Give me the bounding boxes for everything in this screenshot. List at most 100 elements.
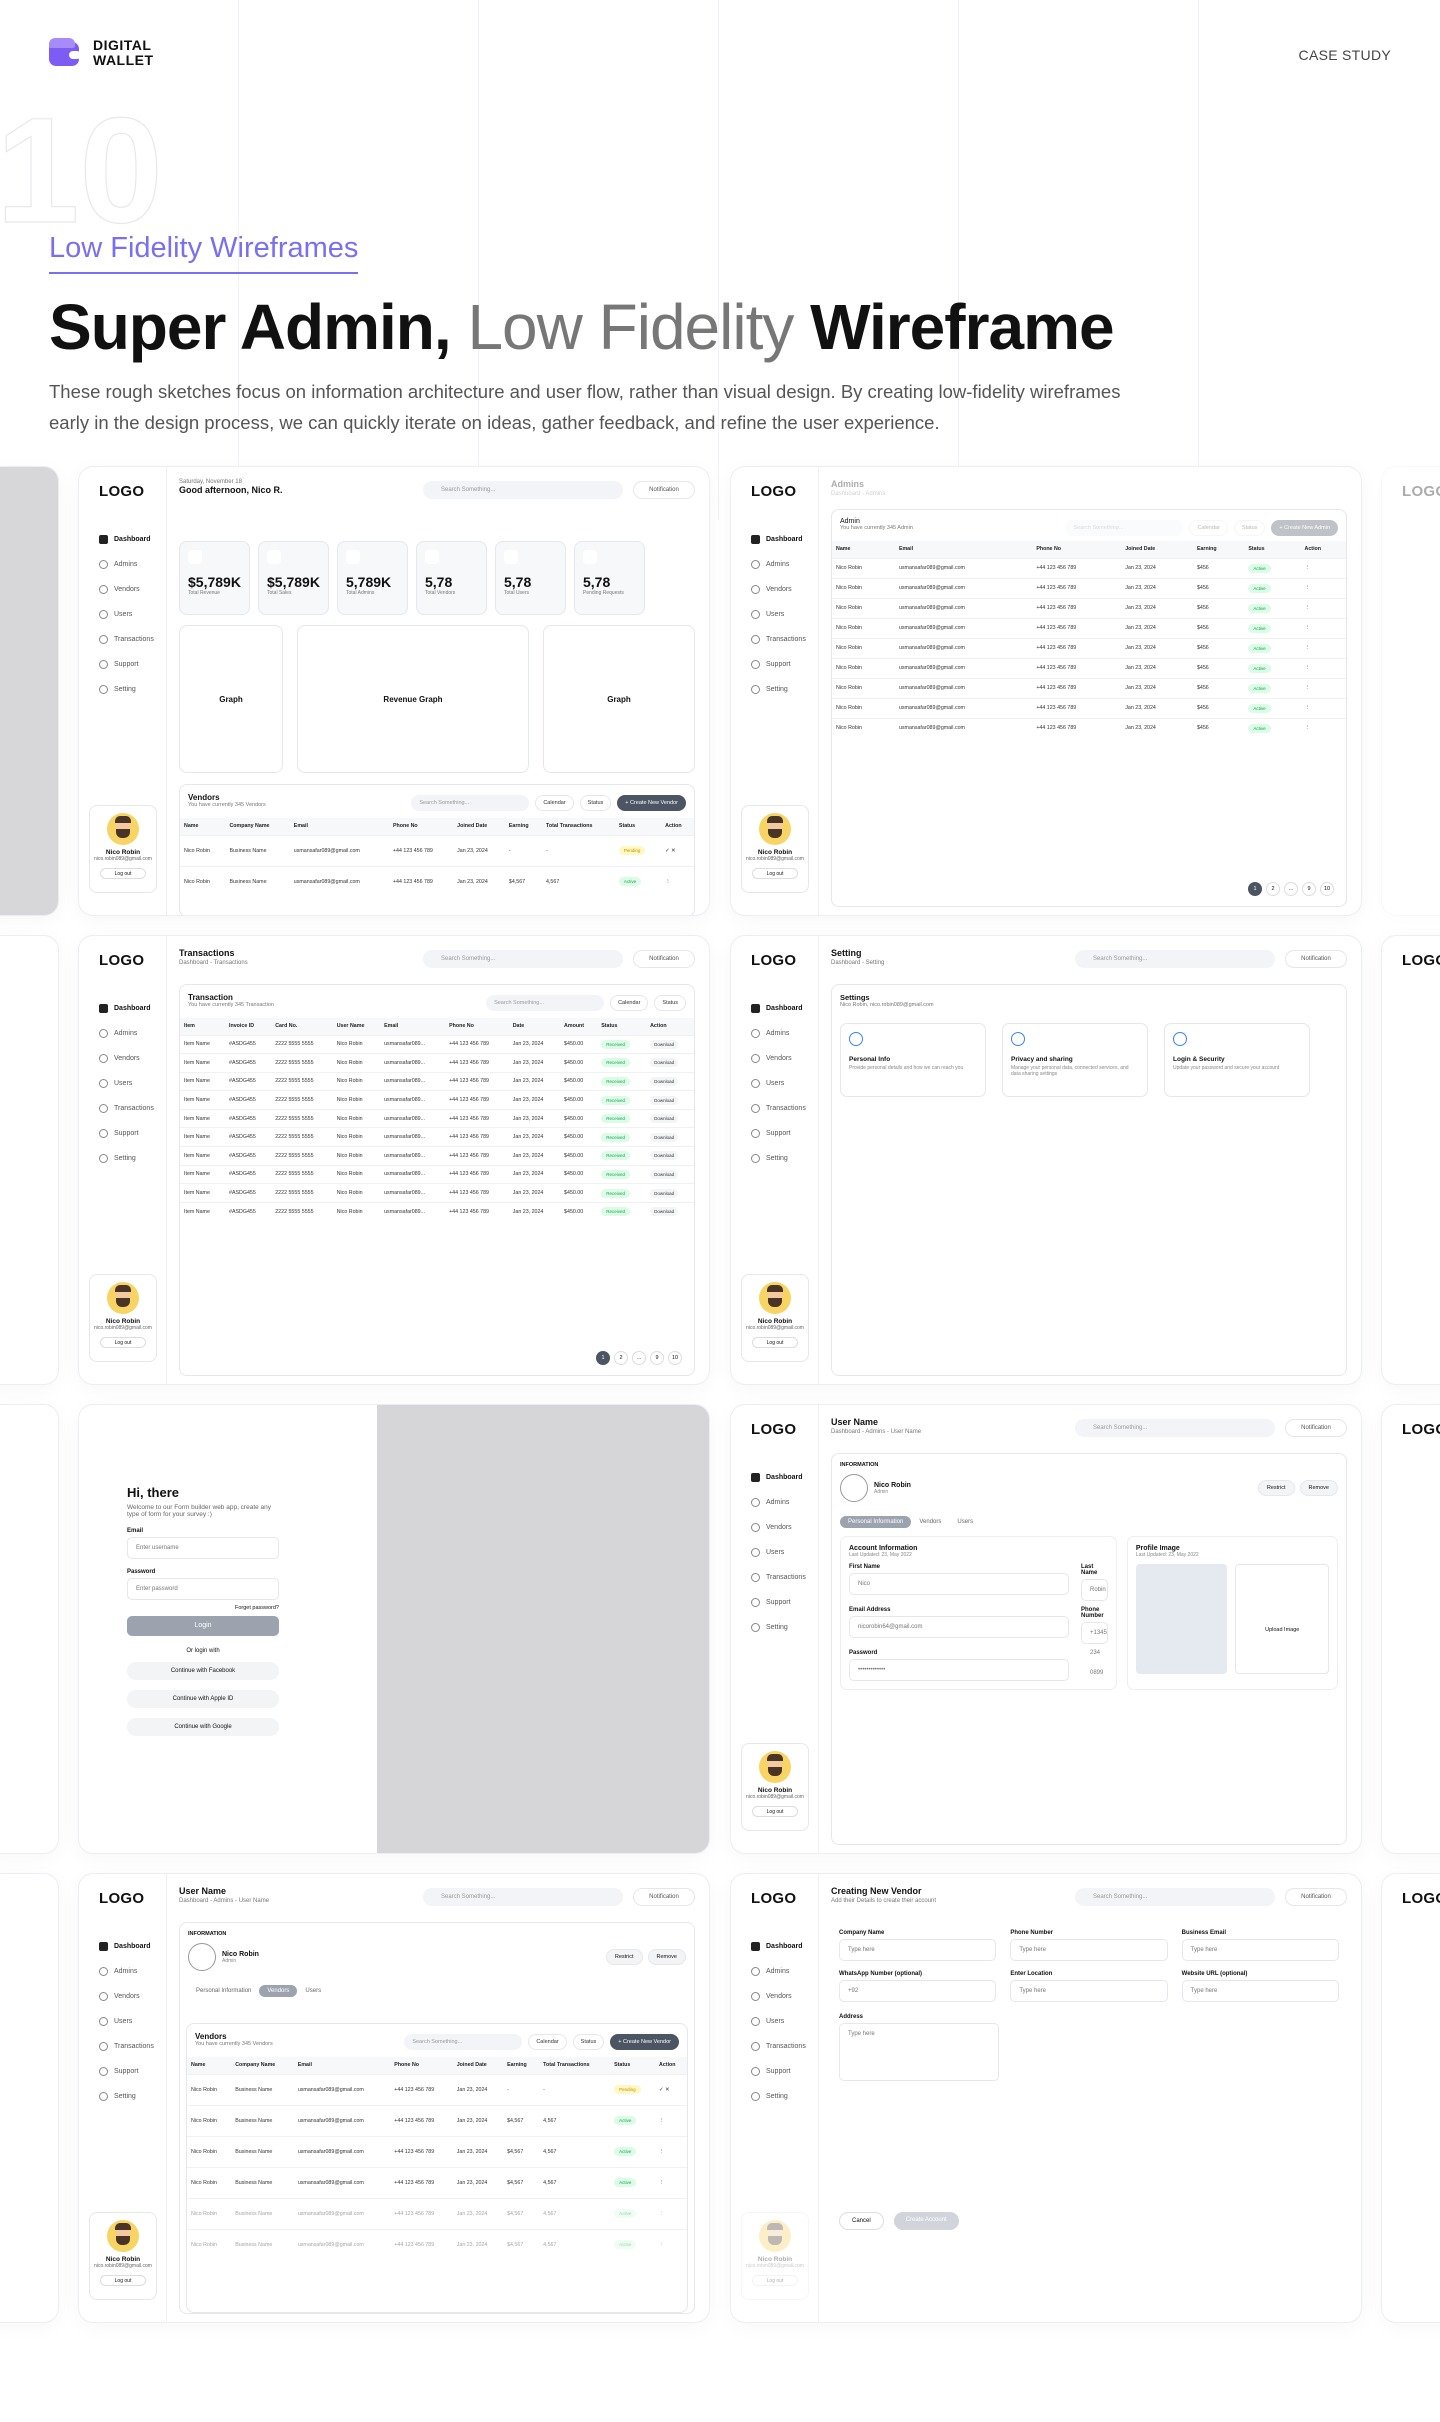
status-button[interactable]: Status: [579, 795, 612, 811]
restrict-button[interactable]: Restrict: [605, 1949, 643, 1965]
page-button[interactable]: 1: [596, 1351, 610, 1365]
page-button[interactable]: 9: [1302, 882, 1316, 896]
nav-item-users[interactable]: Users: [751, 1071, 818, 1096]
nav-item-dashboard[interactable]: Dashboard: [99, 1934, 166, 1959]
nav-item-support[interactable]: Support: [99, 652, 166, 677]
login-button[interactable]: Login: [127, 1616, 279, 1636]
nav-item-transactions[interactable]: Transactions: [751, 627, 818, 652]
remove-button[interactable]: Remove: [1299, 1480, 1338, 1496]
search-input[interactable]: Search Something...: [423, 481, 623, 499]
restrict-button[interactable]: Restrict: [1257, 1480, 1295, 1496]
nav-item-admins[interactable]: Admins: [751, 552, 818, 577]
notification-button[interactable]: Notification: [1285, 950, 1347, 968]
forgot-link[interactable]: Forget password?: [127, 1605, 279, 1611]
search-input[interactable]: Search Something...: [423, 950, 623, 968]
search-input[interactable]: Search Something...: [423, 1888, 623, 1906]
address-field[interactable]: Type here: [839, 2023, 999, 2081]
logout-button[interactable]: Log out: [752, 868, 798, 879]
page-button[interactable]: 1: [1248, 882, 1262, 896]
nav-item-vendors[interactable]: Vendors: [99, 1984, 166, 2009]
last-name-field[interactable]: Robin: [1081, 1579, 1108, 1601]
search-input[interactable]: Search Something...: [1075, 950, 1275, 968]
upload-image-button[interactable]: Upload Image: [1235, 1564, 1330, 1674]
nav-item-users[interactable]: Users: [751, 2009, 818, 2034]
page-button[interactable]: ...: [632, 1351, 646, 1365]
create-account-button[interactable]: Create Account: [893, 2212, 959, 2230]
pagination[interactable]: 1 2... 9 10: [1248, 882, 1334, 896]
calendar-button[interactable]: Calendar: [535, 795, 574, 811]
nav-item-transactions[interactable]: Transactions: [99, 2034, 166, 2059]
nav-item-vendors[interactable]: Vendors: [751, 1515, 818, 1540]
nav-item-setting[interactable]: Setting: [751, 2084, 818, 2109]
create-vendor-button[interactable]: + Create New Vendor: [617, 795, 686, 811]
nav-item-transactions[interactable]: Transactions: [751, 1096, 818, 1121]
status-button[interactable]: Status: [654, 995, 686, 1011]
nav-item-users[interactable]: Users: [751, 602, 818, 627]
status-button[interactable]: Status: [572, 2034, 605, 2050]
nav-item-dashboard[interactable]: Dashboard: [99, 996, 166, 1021]
password-field[interactable]: •••••••••••••: [849, 1659, 1069, 1681]
create-vendor-button[interactable]: + Create New Vendor: [610, 2034, 679, 2050]
tab-users[interactable]: Users: [949, 1516, 981, 1528]
tab-users[interactable]: Users: [297, 1985, 329, 1997]
tab-vendors[interactable]: Vendors: [911, 1516, 949, 1528]
notification-button[interactable]: Notification: [633, 950, 695, 968]
notification-button[interactable]: Notification: [1285, 1888, 1347, 1906]
nav-item-admins[interactable]: Admins: [751, 1021, 818, 1046]
google-button[interactable]: Continue with Google: [127, 1718, 279, 1736]
nav-item-support[interactable]: Support: [99, 1121, 166, 1146]
page-button[interactable]: 10: [1320, 882, 1334, 896]
nav-item-transactions[interactable]: Transactions: [99, 627, 166, 652]
settings-tile[interactable]: Privacy and sharing Manage your personal …: [1002, 1023, 1148, 1097]
tab-personal-information[interactable]: Personal Information: [840, 1516, 912, 1528]
nav-item-transactions[interactable]: Transactions: [751, 2034, 818, 2059]
logout-button[interactable]: Log out: [100, 868, 146, 879]
form-field[interactable]: Type here: [839, 1939, 997, 1961]
nav-item-dashboard[interactable]: Dashboard: [751, 1465, 818, 1490]
nav-item-dashboard[interactable]: Dashboard: [751, 527, 818, 552]
remove-button[interactable]: Remove: [647, 1949, 686, 1965]
nav-item-setting[interactable]: Setting: [751, 1615, 818, 1640]
nav-item-users[interactable]: Users: [99, 2009, 166, 2034]
logout-button[interactable]: Log out: [752, 2275, 798, 2286]
form-field[interactable]: Type here: [1181, 1939, 1339, 1961]
nav-item-setting[interactable]: Setting: [99, 1146, 166, 1171]
status-button[interactable]: Status: [1233, 520, 1266, 536]
nav-item-transactions[interactable]: Transactions: [751, 1565, 818, 1590]
create-admin-button[interactable]: + Create New Admin: [1271, 520, 1338, 536]
email-field[interactable]: Enter username: [127, 1537, 279, 1559]
search-input[interactable]: Search Something...: [1075, 1888, 1275, 1906]
logout-button[interactable]: Log out: [752, 1337, 798, 1348]
nav-item-admins[interactable]: Admins: [751, 1959, 818, 1984]
logout-button[interactable]: Log out: [100, 1337, 146, 1348]
calendar-button[interactable]: Calendar: [528, 2034, 567, 2050]
password-field[interactable]: Enter password: [127, 1578, 279, 1600]
nav-item-vendors[interactable]: Vendors: [99, 577, 166, 602]
calendar-button[interactable]: Calendar: [610, 995, 649, 1011]
tab-personal-information[interactable]: Personal Information: [188, 1985, 259, 1997]
nav-item-admins[interactable]: Admins: [99, 1959, 166, 1984]
nav-item-support[interactable]: Support: [751, 1590, 818, 1615]
nav-item-setting[interactable]: Setting: [751, 1146, 818, 1171]
nav-item-support[interactable]: Support: [751, 652, 818, 677]
table-search[interactable]: Search Something...: [404, 2034, 523, 2050]
nav-item-dashboard[interactable]: Dashboard: [751, 1934, 818, 1959]
table-search[interactable]: Search Something...: [486, 995, 605, 1011]
nav-item-vendors[interactable]: Vendors: [99, 1046, 166, 1071]
nav-item-users[interactable]: Users: [751, 1540, 818, 1565]
settings-tile[interactable]: Personal Info Provide personal details an…: [840, 1023, 986, 1097]
nav-item-setting[interactable]: Setting: [99, 677, 166, 702]
form-field[interactable]: +92: [839, 1980, 997, 2002]
calendar-button[interactable]: Calendar: [1189, 520, 1228, 536]
nav-item-setting[interactable]: Setting: [751, 677, 818, 702]
nav-item-vendors[interactable]: Vendors: [751, 1046, 818, 1071]
nav-item-dashboard[interactable]: Dashboard: [751, 996, 818, 1021]
form-field[interactable]: Type here: [1010, 1939, 1168, 1961]
nav-item-admins[interactable]: Admins: [99, 552, 166, 577]
nav-item-support[interactable]: Support: [751, 1121, 818, 1146]
logout-button[interactable]: Log out: [100, 2275, 146, 2286]
pagination[interactable]: 1 2... 9 10: [596, 1351, 682, 1365]
nav-item-support[interactable]: Support: [99, 2059, 166, 2084]
notification-button[interactable]: Notification: [1285, 1419, 1347, 1437]
cancel-button[interactable]: Cancel: [839, 2212, 884, 2230]
